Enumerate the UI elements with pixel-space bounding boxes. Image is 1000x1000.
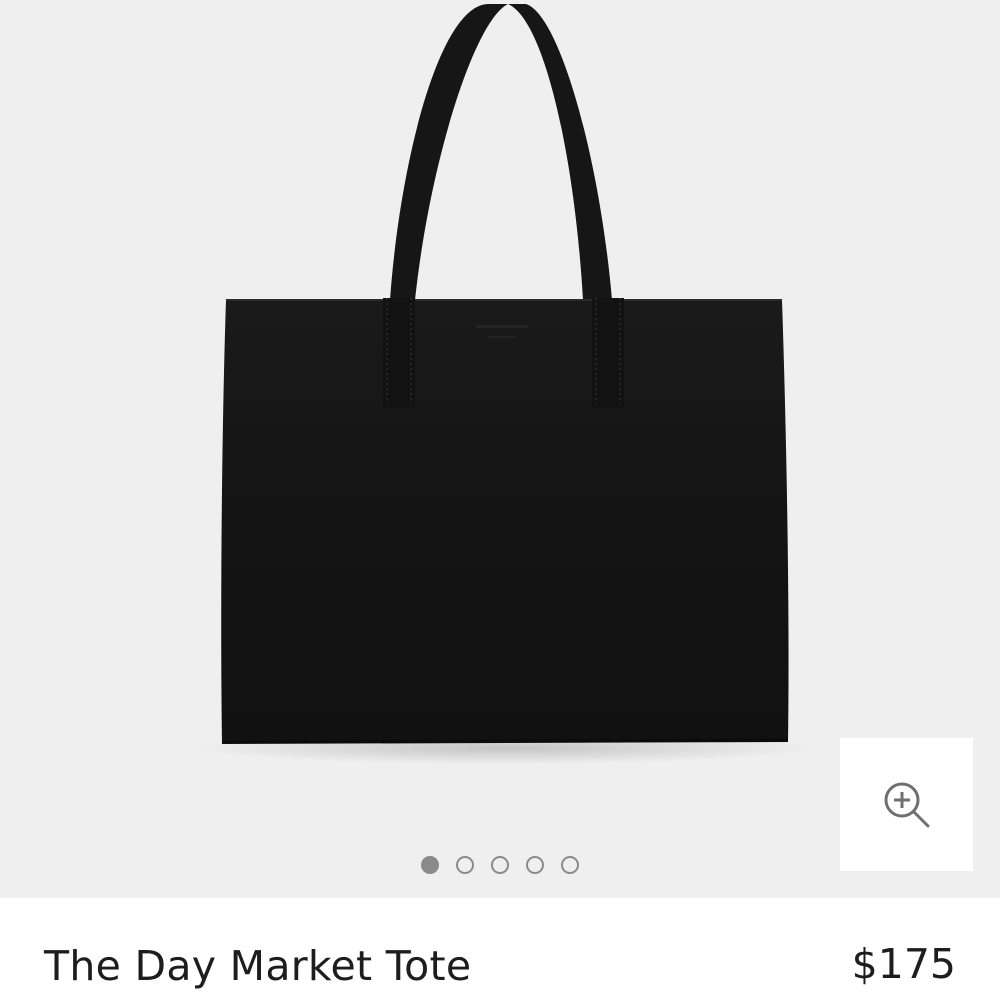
pager-dot-3[interactable] [491,856,509,874]
product-price: $175 [851,940,956,988]
product-gallery[interactable] [0,0,1000,898]
image-pager [0,855,1000,875]
pager-dot-1[interactable] [421,856,439,874]
product-name: The Day Market Tote [44,942,472,990]
pager-dot-5[interactable] [561,856,579,874]
product-page: The Day Market Tote $175 [0,0,1000,1000]
pager-dot-4[interactable] [526,856,544,874]
zoom-in-icon [884,782,929,827]
pager-dot-2[interactable] [456,856,474,874]
zoom-button[interactable] [840,738,973,871]
